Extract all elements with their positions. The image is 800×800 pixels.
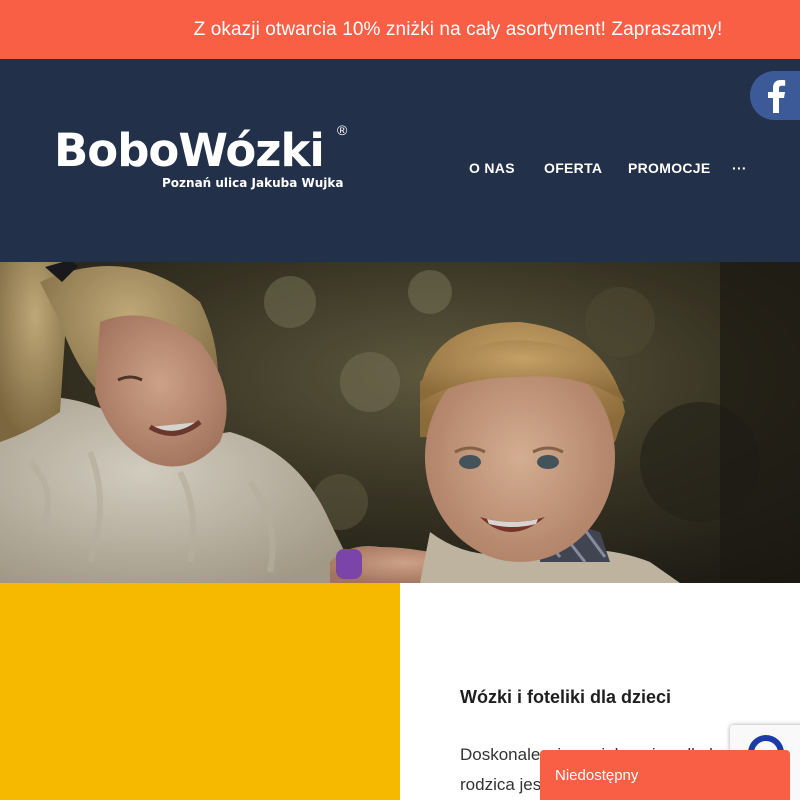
logo-registered-mark: ® <box>337 122 348 138</box>
facebook-icon <box>768 79 786 113</box>
logo-wordmark: BoboWózki <box>54 124 325 177</box>
accent-yellow-block <box>0 583 400 800</box>
nav-item-oferta[interactable]: OFERTA <box>544 160 602 176</box>
promo-text: Z okazji otwarcia 10% zniżki na cały aso… <box>193 18 723 40</box>
hero-image <box>0 262 800 583</box>
availability-tab[interactable]: Niedostępny <box>540 750 790 800</box>
promo-bar: Z okazji otwarcia 10% zniżki na cały aso… <box>0 0 800 59</box>
site-logo[interactable]: BoboWózki ® Poznań ulica Jakuba Wujka <box>54 122 354 195</box>
nav-item-o-nas[interactable]: O NAS <box>469 160 515 176</box>
nav-item-more[interactable]: ··· <box>732 160 747 176</box>
hero-photo-children <box>0 262 800 583</box>
section-title: Wózki i foteliki dla dzieci <box>460 687 672 707</box>
availability-label: Niedostępny <box>555 767 639 784</box>
nav-item-promocje[interactable]: PROMOCJE <box>628 160 711 176</box>
site-header: BoboWózki ® Poznań ulica Jakuba Wujka O … <box>0 59 800 262</box>
logo-tagline: Poznań ulica Jakuba Wujka <box>162 176 344 190</box>
facebook-button[interactable] <box>750 71 800 120</box>
